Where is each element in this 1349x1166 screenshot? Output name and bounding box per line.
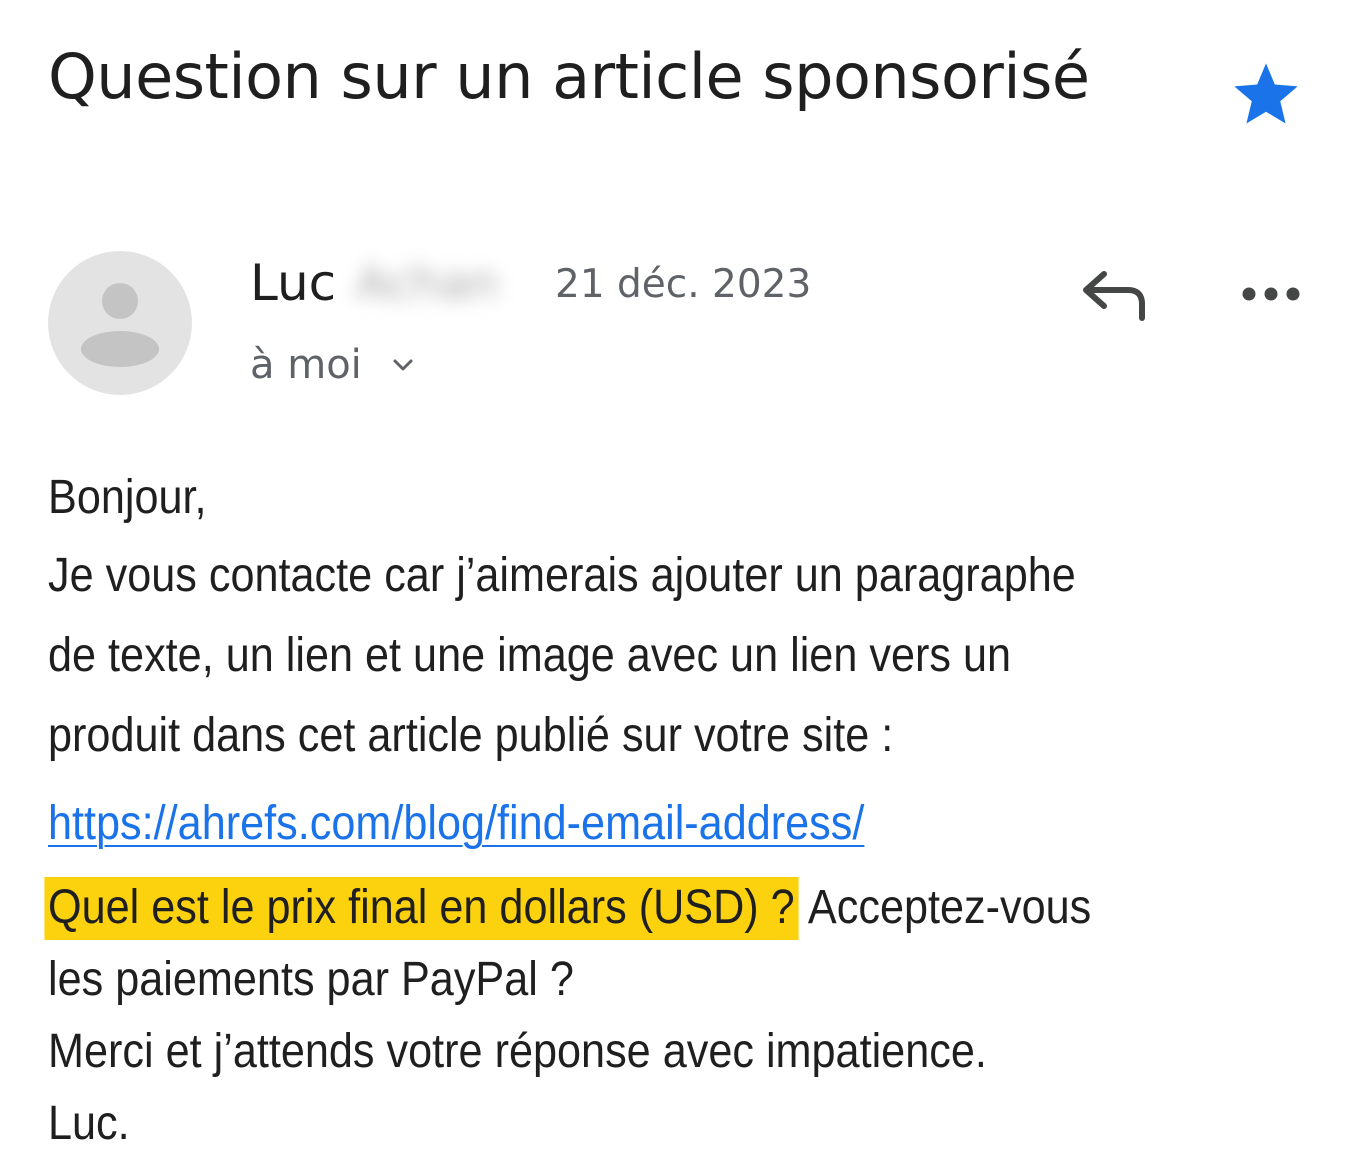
email-subject: Question sur un article sponsorisé <box>48 40 1090 113</box>
sender-name[interactable]: Luc <box>250 252 336 314</box>
star-filled-icon[interactable] <box>1228 58 1304 130</box>
body-question-line-2: les paiements par PayPal ? <box>48 953 574 1006</box>
person-avatar-icon <box>81 283 159 367</box>
email-body: Bonjour, Je vous contacte car j’aimerais… <box>44 460 1308 1160</box>
chevron-down-icon <box>393 359 413 371</box>
body-greeting: Bonjour, <box>48 471 207 524</box>
body-thanks: Merci et j’attends votre réponse avec im… <box>48 1025 987 1078</box>
highlighted-question: Quel est le prix final en dollars (USD) … <box>44 877 799 940</box>
question-continuation: Acceptez-vous <box>798 881 1092 934</box>
article-link[interactable]: https://ahrefs.com/blog/find-email-addre… <box>48 797 864 850</box>
recipient-toggle[interactable]: à moi <box>250 337 416 393</box>
email-date: 21 déc. 2023 <box>555 262 812 307</box>
sender-avatar[interactable] <box>48 251 192 395</box>
body-signature: Luc. <box>48 1097 130 1150</box>
recipient-label: à moi <box>250 342 362 388</box>
reply-arrow-icon[interactable] <box>1078 262 1154 328</box>
sender-surname-blurred: Achan <box>356 256 499 310</box>
body-paragraph-line-2: de texte, un lien et une image avec un l… <box>48 629 1012 682</box>
body-paragraph-line-1: Je vous contacte car j’aimerais ajouter … <box>48 549 1076 602</box>
more-dots-icon[interactable] <box>1236 278 1306 310</box>
body-paragraph-line-3: produit dans cet article publié sur votr… <box>48 709 894 762</box>
